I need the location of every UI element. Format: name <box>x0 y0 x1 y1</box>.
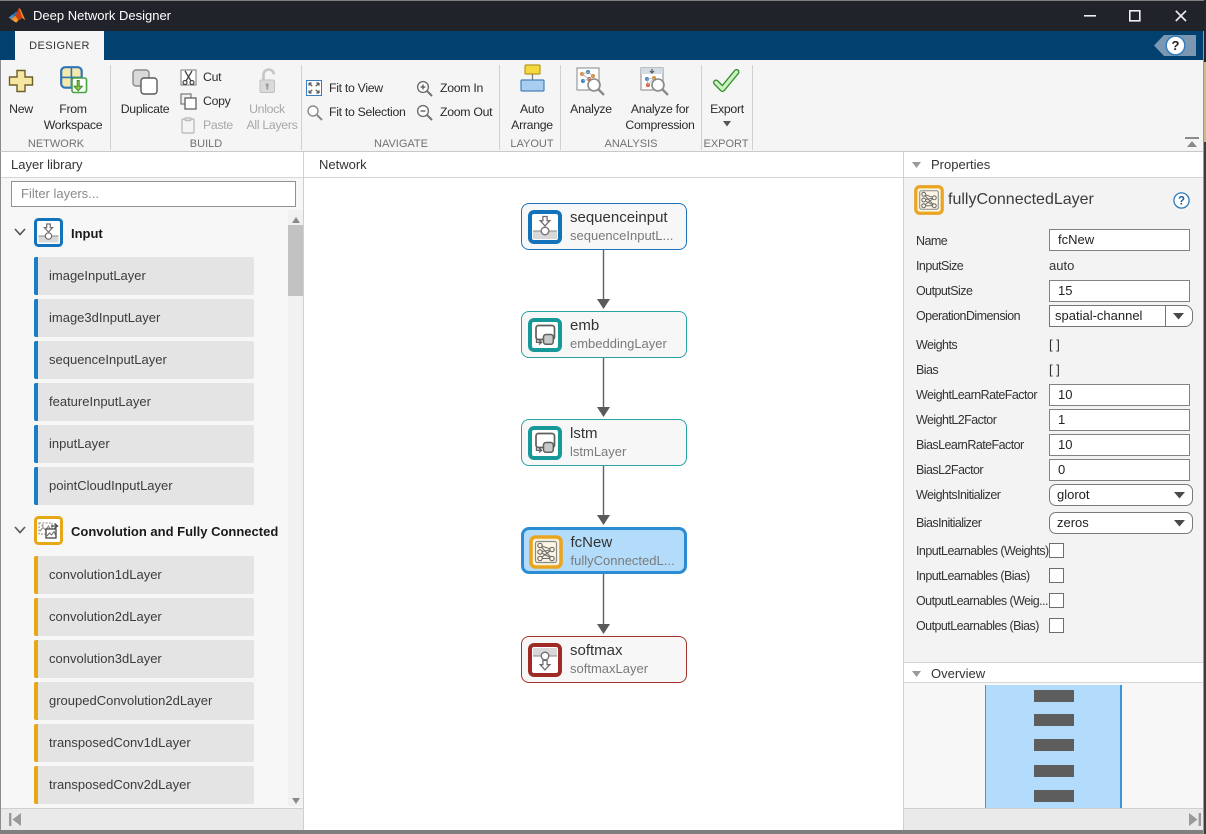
svg-text:?: ? <box>1178 196 1185 208</box>
svg-text:?: ? <box>1172 38 1180 53</box>
